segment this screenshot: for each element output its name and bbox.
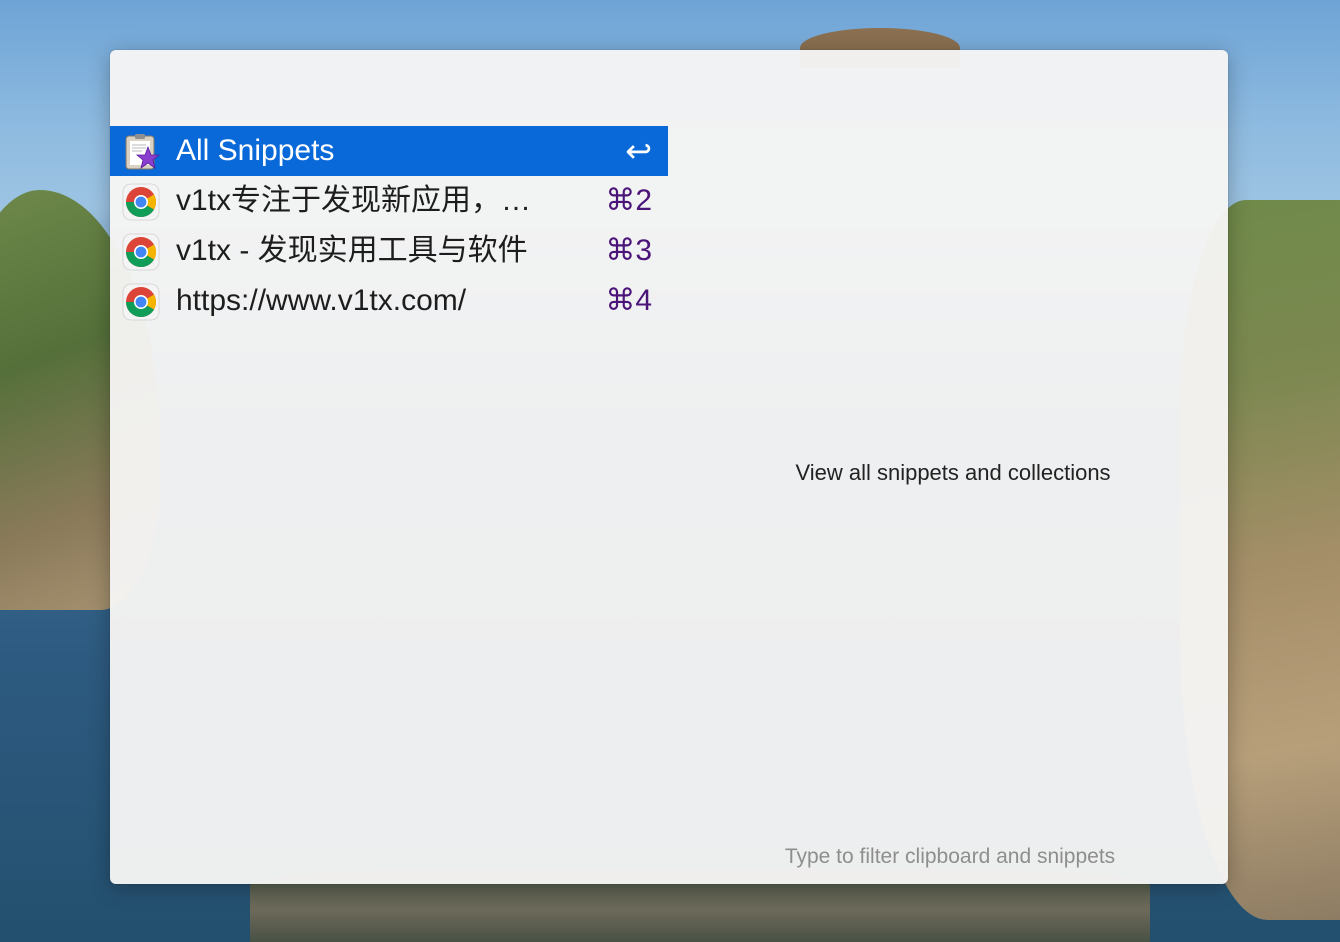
result-label: v1tx专注于发现新应用，…	[176, 184, 532, 217]
result-label: v1tx - 发现实用工具与软件	[176, 234, 528, 267]
filter-hint: Type to filter clipboard and snippets	[784, 845, 1116, 868]
result-label: https://www.v1tx.com/	[176, 284, 467, 317]
preview-subtitle: View all snippets and collections	[795, 460, 1111, 485]
shortcut-hint: ⌘3	[605, 234, 652, 267]
chrome-icon	[122, 183, 160, 221]
shortcut-hint: ⌘4	[605, 284, 652, 317]
result-clip-4[interactable]: https://www.v1tx.com/ ⌘4	[110, 276, 668, 326]
chrome-icon	[122, 233, 160, 271]
result-all-snippets[interactable]: All Snippets ↩	[110, 126, 668, 176]
result-clip-3[interactable]: v1tx - 发现实用工具与软件 ⌘3	[110, 226, 668, 276]
result-list: All Snippets ↩ v1tx专注于发现新应用，… ⌘2 v1tx - …	[110, 126, 668, 326]
result-label: All Snippets	[176, 134, 335, 167]
result-clip-2[interactable]: v1tx专注于发现新应用，… ⌘2	[110, 176, 668, 226]
clipboard-star-icon	[125, 134, 160, 170]
chrome-icon	[122, 283, 160, 321]
return-key-hint: ↩	[625, 133, 652, 169]
shortcut-hint: ⌘2	[605, 184, 652, 217]
clipboard-launcher-window: All Snippets ↩ v1tx专注于发现新应用，… ⌘2 v1tx - …	[110, 50, 1228, 884]
